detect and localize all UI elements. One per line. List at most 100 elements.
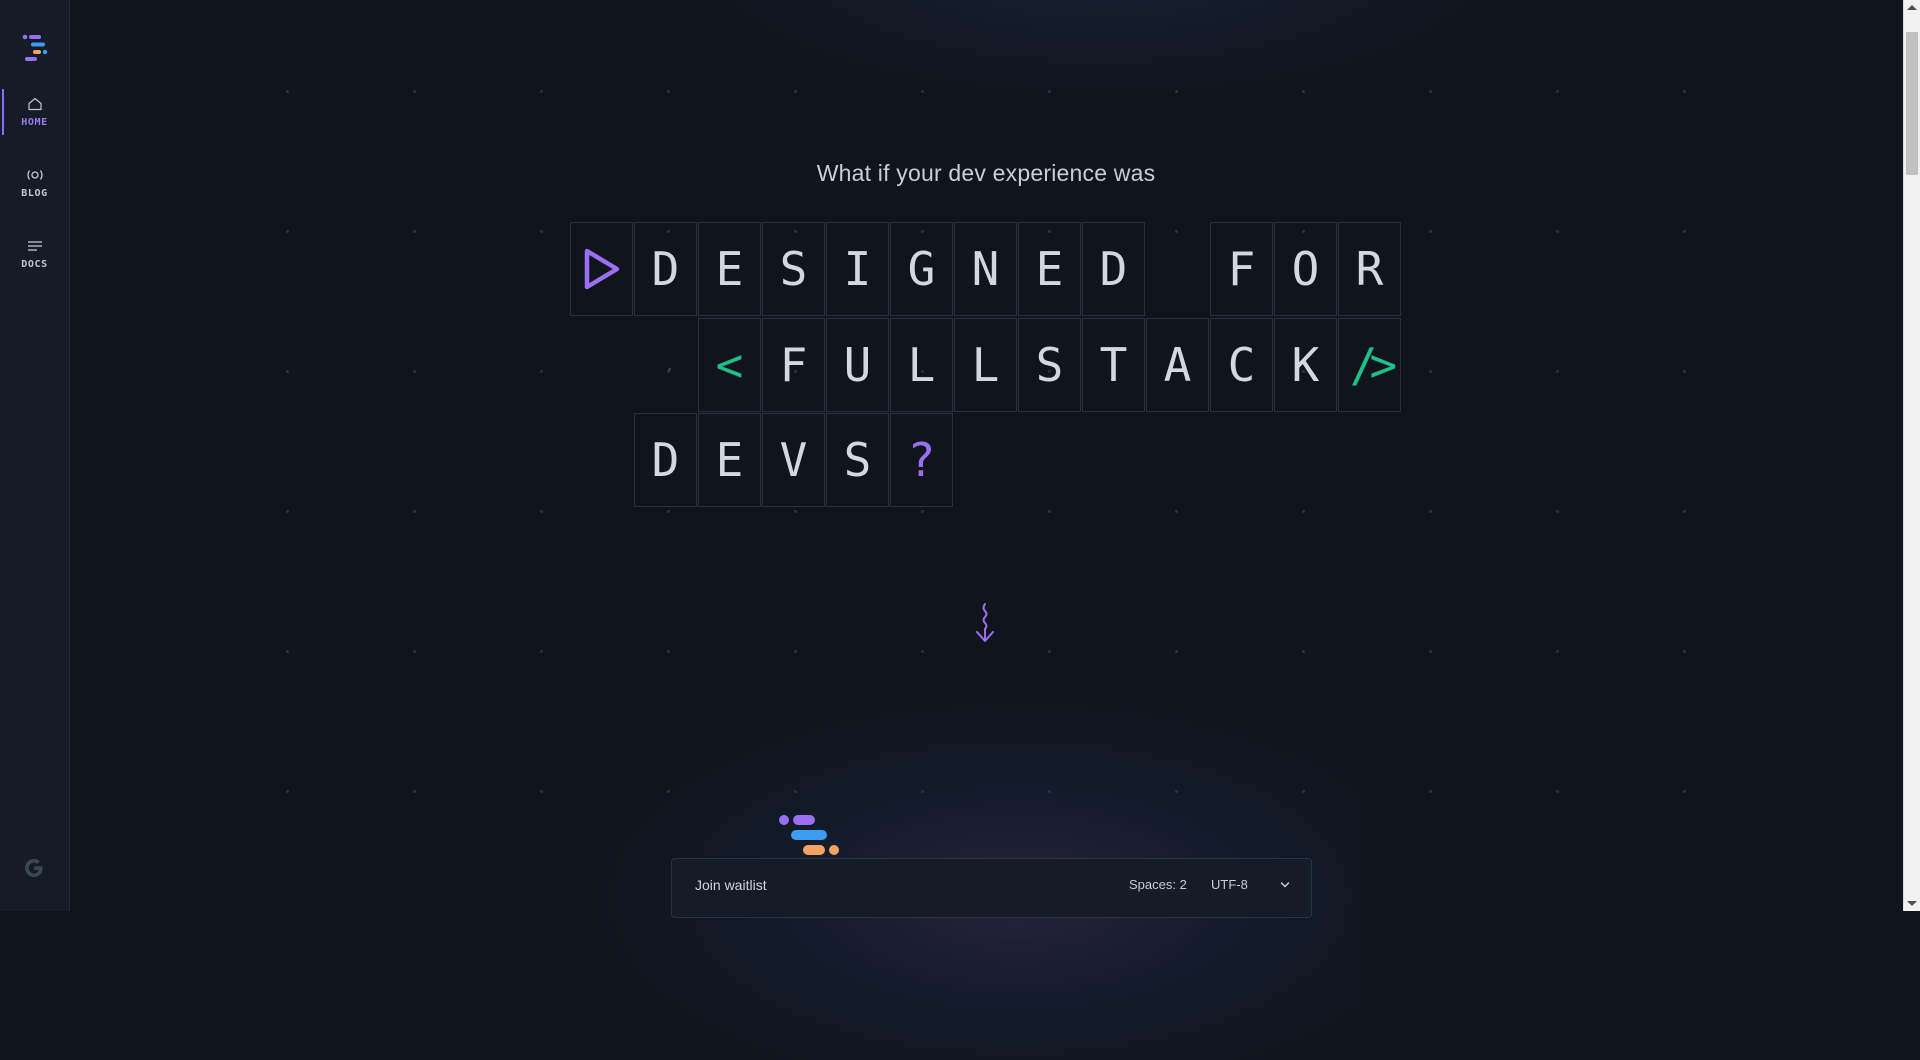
letter-tile: T	[1082, 318, 1145, 412]
letter-tile: L	[954, 318, 1017, 412]
grid-dot	[286, 650, 289, 653]
grid-dot	[540, 90, 543, 93]
grid-dot	[1556, 650, 1559, 653]
letter-tile: R	[1338, 222, 1401, 316]
grid-dot	[1429, 650, 1432, 653]
broadcast-icon	[26, 169, 43, 180]
grid-dot	[1048, 510, 1051, 513]
letter-tile: G	[890, 222, 953, 316]
letter-tile: F	[762, 318, 825, 412]
grid-dot	[667, 650, 670, 653]
grid-dot	[413, 790, 416, 793]
grid-dot	[921, 790, 924, 793]
letter-tile: S	[826, 413, 889, 507]
letter-tile: D	[1082, 222, 1145, 316]
sidebar-item-home[interactable]: HOME	[0, 83, 69, 141]
letter-tile: D	[634, 413, 697, 507]
grid-dot	[1683, 370, 1686, 373]
scroll-down-arrow-icon[interactable]	[970, 602, 1000, 644]
grid-dot	[1302, 510, 1305, 513]
letter-tile: S	[762, 222, 825, 316]
letter-tile: E	[698, 413, 761, 507]
grid-dot	[286, 230, 289, 233]
grid-dot	[1556, 510, 1559, 513]
grid-dot	[1429, 90, 1432, 93]
grid-dot	[1556, 790, 1559, 793]
encoding-indicator[interactable]: UTF-8	[1211, 877, 1248, 892]
sidebar: HOME BLOG DOCS	[0, 0, 70, 911]
brand-logo-large-icon	[779, 815, 839, 855]
brand-logo-icon[interactable]	[22, 34, 48, 62]
grid-dot	[413, 370, 416, 373]
sidebar-item-blog[interactable]: BLOG	[0, 154, 69, 212]
letter-tile: S	[1018, 318, 1081, 412]
grid-dot	[1302, 790, 1305, 793]
grid-dot	[1048, 90, 1051, 93]
grid-dot	[1048, 650, 1051, 653]
grid-dot	[1429, 790, 1432, 793]
grid-dot	[1683, 510, 1686, 513]
status-bar: Join waitlist Spaces: 2 UTF-8	[671, 858, 1312, 918]
letter-tile: V	[762, 413, 825, 507]
grid-dot	[667, 510, 670, 513]
letter-tile: C	[1210, 318, 1273, 412]
letter-tile: E	[698, 222, 761, 316]
grid-dot	[540, 650, 543, 653]
grid-dot	[1175, 790, 1178, 793]
chevron-down-icon[interactable]	[1279, 879, 1291, 891]
grid-dot	[1302, 90, 1305, 93]
grid-dot	[1302, 650, 1305, 653]
scroll-up-arrow-icon[interactable]	[1907, 5, 1917, 10]
grid-dot	[286, 790, 289, 793]
question-tile: ?	[890, 413, 953, 507]
sidebar-item-label: HOME	[21, 116, 48, 128]
sidebar-item-label: BLOG	[21, 187, 48, 199]
grid-dot	[1429, 230, 1432, 233]
background-glow-top	[700, 0, 1500, 100]
letter-tile: A	[1146, 318, 1209, 412]
grid-dot	[540, 230, 543, 233]
grid-dot	[921, 90, 924, 93]
grid-dot	[540, 790, 543, 793]
grid-dot	[540, 370, 543, 373]
grid-dot	[286, 510, 289, 513]
grid-dot	[921, 650, 924, 653]
home-icon	[27, 97, 42, 110]
join-waitlist-button[interactable]: Join waitlist	[695, 877, 767, 893]
grid-dot	[413, 90, 416, 93]
letter-tile: L	[890, 318, 953, 412]
letter-tile: I	[826, 222, 889, 316]
grid-dot	[1175, 510, 1178, 513]
letter-tile: F	[1210, 222, 1273, 316]
letter-tile: D	[634, 222, 697, 316]
letter-tile: O	[1274, 222, 1337, 316]
grid-dot	[1556, 90, 1559, 93]
grid-dot	[1429, 510, 1432, 513]
lines-icon	[27, 240, 42, 251]
sidebar-item-docs[interactable]: DOCS	[0, 225, 69, 283]
grid-dot	[1683, 790, 1686, 793]
close-bracket-tile: />	[1338, 318, 1401, 412]
hero-tagline: What if your dev experience was	[816, 160, 1156, 186]
play-icon	[584, 248, 619, 290]
scroll-down-icon[interactable]	[1907, 901, 1917, 906]
grid-dot	[794, 650, 797, 653]
play-tile	[570, 222, 633, 316]
scrollbar-thumb[interactable]	[1906, 32, 1918, 175]
google-icon[interactable]	[22, 856, 46, 880]
grid-dot	[794, 790, 797, 793]
grid-dot	[667, 790, 670, 793]
decor-dot	[668, 368, 671, 371]
grid-dot	[1556, 370, 1559, 373]
open-bracket-tile: <	[698, 318, 761, 412]
grid-dot	[1556, 230, 1559, 233]
grid-dot	[413, 650, 416, 653]
grid-dot	[1683, 230, 1686, 233]
grid-dot	[794, 510, 797, 513]
grid-dot	[1683, 90, 1686, 93]
page-scrollbar[interactable]	[1903, 0, 1920, 911]
letter-tile: K	[1274, 318, 1337, 412]
letter-tile: U	[826, 318, 889, 412]
letter-tile: N	[954, 222, 1017, 316]
spaces-indicator[interactable]: Spaces: 2	[1129, 877, 1187, 892]
